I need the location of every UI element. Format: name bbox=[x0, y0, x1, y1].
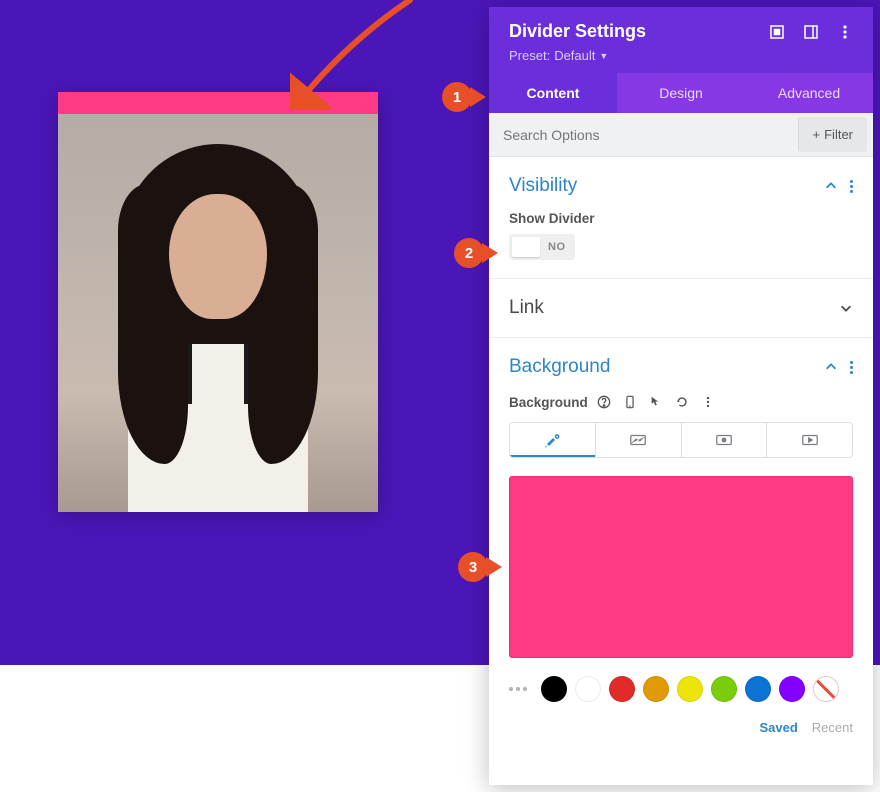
saved-recent-row: Saved Recent bbox=[509, 720, 853, 735]
reset-icon[interactable] bbox=[672, 392, 692, 412]
chevron-down-icon bbox=[839, 301, 853, 315]
swatch-orange[interactable] bbox=[643, 676, 669, 702]
panel-tabs: Content Design Advanced bbox=[489, 73, 873, 113]
preset-label: Preset: bbox=[509, 48, 550, 63]
section-link: Link bbox=[489, 279, 873, 338]
search-input[interactable] bbox=[489, 115, 798, 155]
palette-row bbox=[509, 676, 853, 702]
layout-icon[interactable] bbox=[803, 24, 819, 40]
phone-icon[interactable] bbox=[620, 392, 640, 412]
chevron-up-icon bbox=[824, 179, 838, 193]
link-title: Link bbox=[509, 297, 839, 319]
swatch-blue[interactable] bbox=[745, 676, 771, 702]
option-more-icon[interactable] bbox=[698, 392, 718, 412]
section-visibility: Visibility Show Divider NO bbox=[489, 157, 873, 279]
preset-value: Default bbox=[554, 48, 595, 63]
section-visibility-header[interactable]: Visibility bbox=[509, 175, 853, 197]
toggle-state: NO bbox=[548, 241, 566, 253]
caret-down-icon: ▼ bbox=[599, 51, 608, 61]
hover-icon[interactable] bbox=[646, 392, 666, 412]
expand-icon[interactable] bbox=[769, 24, 785, 40]
background-type-tabs bbox=[509, 422, 853, 458]
background-option-row: Background bbox=[509, 392, 853, 412]
swatch-red[interactable] bbox=[609, 676, 635, 702]
bg-tab-image[interactable] bbox=[681, 423, 767, 457]
annotation-arrow bbox=[290, 0, 420, 110]
show-divider-toggle[interactable]: NO bbox=[509, 234, 575, 260]
palette-more-icon[interactable] bbox=[509, 687, 527, 691]
person-figure bbox=[88, 144, 348, 512]
callout-3: 3 bbox=[458, 552, 488, 582]
more-icon[interactable] bbox=[837, 24, 853, 40]
settings-panel: Divider Settings Preset: Default ▼ Conte… bbox=[489, 7, 873, 785]
panel-header: Divider Settings Preset: Default ▼ bbox=[489, 7, 873, 73]
show-divider-label: Show Divider bbox=[509, 211, 853, 226]
bg-tab-video[interactable] bbox=[766, 423, 852, 457]
bg-tab-gradient[interactable] bbox=[595, 423, 681, 457]
chevron-up-icon bbox=[824, 360, 838, 374]
tab-advanced[interactable]: Advanced bbox=[745, 73, 873, 113]
filter-label: Filter bbox=[824, 127, 853, 142]
swatch-none[interactable] bbox=[813, 676, 839, 702]
toggle-knob bbox=[512, 237, 540, 257]
tab-design[interactable]: Design bbox=[617, 73, 745, 113]
photo-background bbox=[58, 114, 378, 512]
preset-selector[interactable]: Preset: Default ▼ bbox=[509, 48, 853, 63]
swatch-green[interactable] bbox=[711, 676, 737, 702]
swatch-yellow[interactable] bbox=[677, 676, 703, 702]
section-background-header[interactable]: Background bbox=[509, 356, 853, 378]
search-row: + Filter bbox=[489, 113, 873, 157]
bg-tab-color[interactable] bbox=[510, 423, 595, 457]
preview-module bbox=[58, 92, 378, 512]
section-link-header[interactable]: Link bbox=[509, 297, 853, 319]
section-more-icon[interactable] bbox=[850, 180, 853, 193]
callout-1: 1 bbox=[442, 82, 472, 112]
visibility-title: Visibility bbox=[509, 175, 824, 197]
plus-icon: + bbox=[813, 127, 821, 142]
background-option-label: Background bbox=[509, 395, 588, 410]
saved-link[interactable]: Saved bbox=[759, 720, 797, 735]
swatch-white[interactable] bbox=[575, 676, 601, 702]
background-title: Background bbox=[509, 356, 824, 378]
section-more-icon[interactable] bbox=[850, 361, 853, 374]
swatch-purple[interactable] bbox=[779, 676, 805, 702]
tab-content[interactable]: Content bbox=[489, 73, 617, 113]
recent-link[interactable]: Recent bbox=[812, 720, 853, 735]
help-icon[interactable] bbox=[594, 392, 614, 412]
swatch-black[interactable] bbox=[541, 676, 567, 702]
panel-title: Divider Settings bbox=[509, 21, 769, 42]
color-preview[interactable] bbox=[509, 476, 853, 658]
filter-button[interactable]: + Filter bbox=[798, 117, 867, 152]
callout-2: 2 bbox=[454, 238, 484, 268]
section-background: Background Background bbox=[489, 338, 873, 753]
